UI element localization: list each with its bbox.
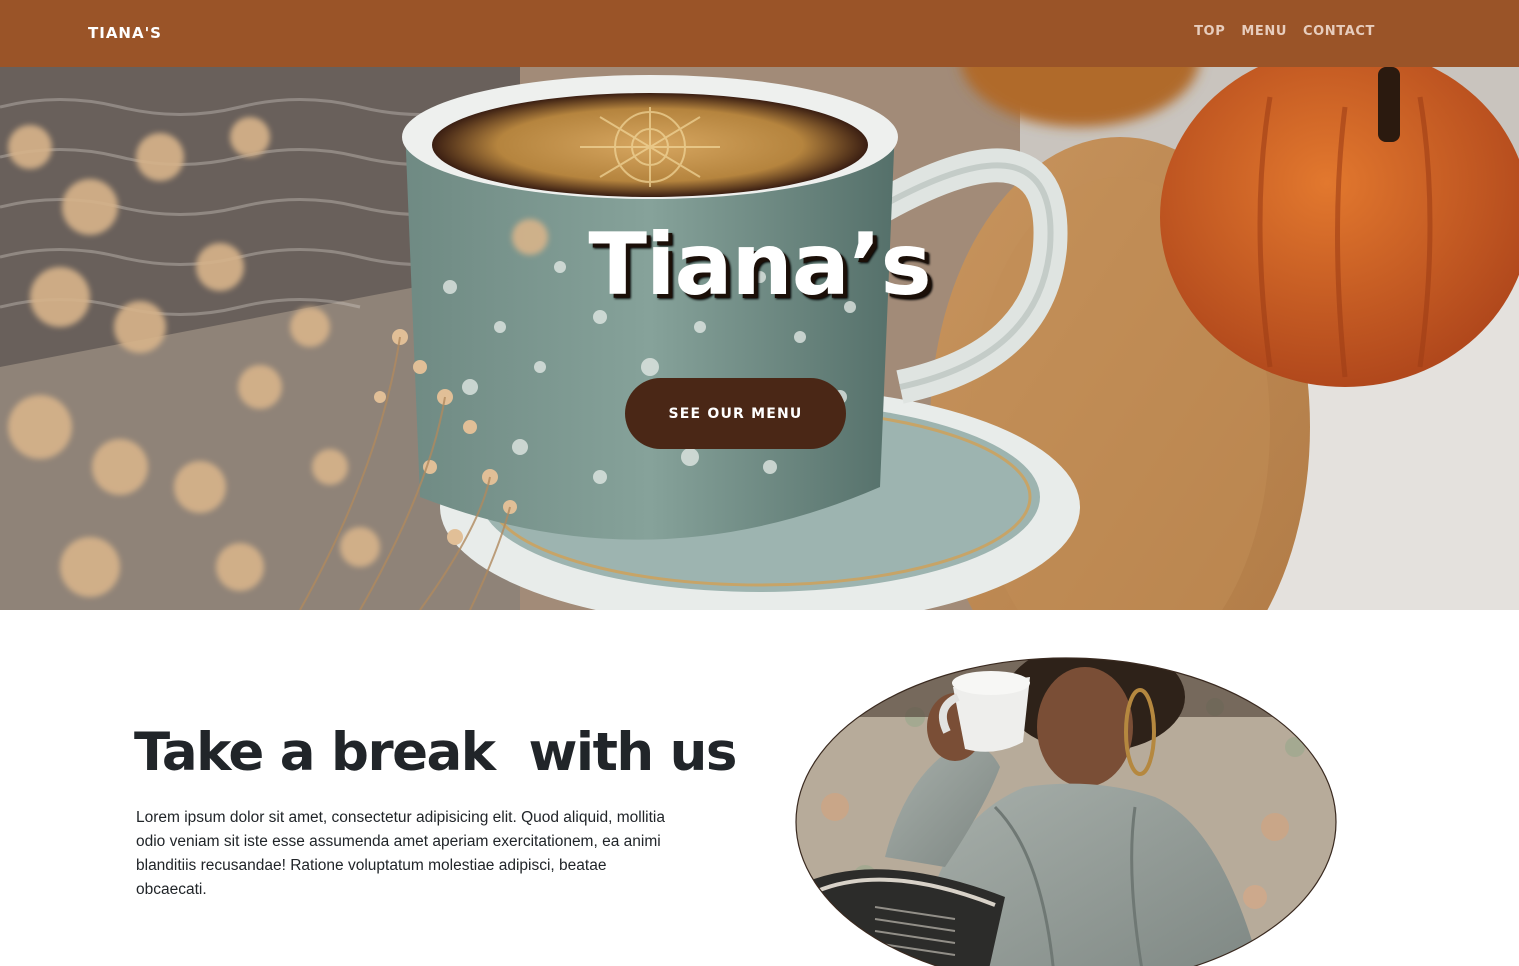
nav-link-menu[interactable]: MENU <box>1241 24 1287 39</box>
about-heading: Take a break with us <box>134 722 737 783</box>
about-paragraph: Lorem ipsum dolor sit amet, consectetur … <box>136 809 665 898</box>
navbar: TIANA'S TOP MENU CONTACT <box>0 0 1519 67</box>
brand-link[interactable]: TIANA'S <box>88 24 162 42</box>
hero-section: Tiana’s SEE OUR MENU <box>0 67 1519 610</box>
woman-drinking-coffee-image <box>795 657 1337 966</box>
see-our-menu-button[interactable]: SEE OUR MENU <box>625 378 846 449</box>
hero-background-image <box>0 67 1519 610</box>
nav-link-contact[interactable]: CONTACT <box>1303 24 1375 39</box>
hero-title: Tiana’s <box>588 215 931 315</box>
nav-link-top[interactable]: TOP <box>1194 24 1225 39</box>
nav-links: TOP MENU CONTACT <box>1194 24 1375 39</box>
